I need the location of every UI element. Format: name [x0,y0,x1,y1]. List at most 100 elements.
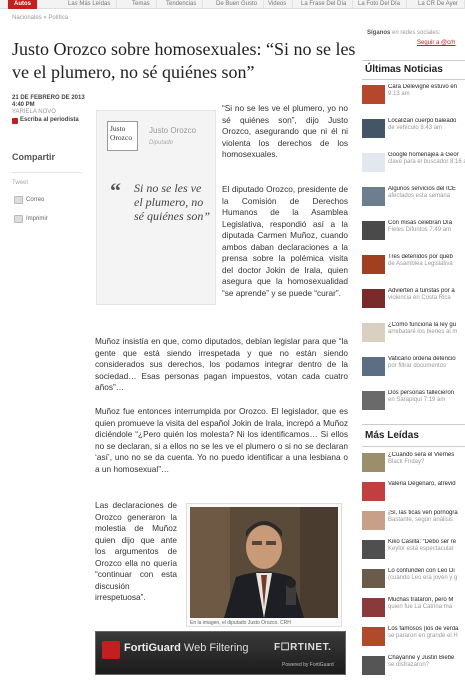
most-read-text: Los famosos (los de verda se pararon en g… [388,626,465,640]
most-read-item[interactable]: Muchas trataron, pero Mquien fue La Catr… [362,597,465,619]
mail-icon [12,117,18,124]
latest-subline: arrebataré los bienes al m [388,329,458,335]
most-read-item[interactable]: Los famosos (los de verda se pararon en g… [362,626,465,648]
article-paragraph: “Si no se les ve el plumero, yo no sé qu… [222,103,348,159]
latest-item[interactable]: Localizan cuerpo baleado de vehículo 8:43… [362,118,465,140]
most-read-thumbnail[interactable] [362,656,385,675]
print-label: Imprimir [26,216,48,222]
most-read-item[interactable]: ¿Cuándo será el Viernes Black Friday? [362,452,465,474]
tweet-button[interactable]: Tweet [12,180,28,186]
most-read-headline[interactable]: Kiko Casilla: “Debo ser re [388,539,465,546]
latest-headline[interactable]: Algunos servicios del ICE [388,186,465,193]
most-read-item[interactable]: ¡Sí, las ticas ven pornogra Bastante, seg… [362,510,465,532]
most-read-item[interactable]: Chayanne y Justin Biebe se disfrazaron? [362,655,465,677]
nav-item-good-taste[interactable]: De Buen Gusto [210,0,265,9]
breadcrumb-section[interactable]: Nacionales [12,15,42,21]
latest-item[interactable]: Vaticano ordena detenció por filtrar docu… [362,356,465,378]
most-read-headline[interactable]: Chayanne y Justin Biebe [388,655,465,662]
sidebar-divider [362,446,465,447]
most-read-thumbnail[interactable] [362,540,385,559]
latest-item[interactable]: Advierten a turistas por a violencia en C… [362,288,465,310]
share-divider [12,172,82,173]
most-read-headline[interactable]: ¡Sí, las ticas ven pornogra [388,510,465,517]
print-button[interactable]: Imprimir [14,214,58,224]
latest-headline[interactable]: Advierten a turistas por a [388,288,465,295]
author-quote-box: Justo Orozco Justo Orozco Diputado “ Si … [96,110,216,305]
latest-headline[interactable]: Localizan cuerpo baleado [388,118,465,125]
latest-thumbnail[interactable] [362,289,385,308]
printer-icon [14,215,23,223]
nav-item-topics[interactable]: Temas [126,0,157,9]
latest-item[interactable]: Google homenajea a Geor clave para el bus… [362,152,465,174]
most-read-item[interactable]: Valeria Degenaro, atrevid [362,481,465,503]
most-read-headline[interactable]: Valeria Degenaro, atrevid [388,481,465,488]
nav-item-trends[interactable]: Tendencias [160,0,204,9]
most-read-thumbnail[interactable] [362,453,385,472]
most-read-text: Muchas trataron, pero Mquien fue La Catr… [388,597,465,611]
latest-thumbnail[interactable] [362,221,385,240]
most-read-headline[interactable]: Muchas trataron, pero M [388,597,465,604]
latest-headline[interactable]: Cara Delevigne estuvo en [388,84,465,91]
nav-item-most-read[interactable]: Las Más Leídas [62,0,118,9]
latest-thumbnail[interactable] [362,119,385,138]
share-title: Compartir [12,152,56,162]
envelope-icon [14,196,23,204]
latest-text: Algunos servicios del ICE afectados esta … [388,186,465,200]
latest-thumbnail[interactable] [362,187,385,206]
article-photo-box: En la imagen, el diputado Justo Orozco. … [186,503,342,627]
nav-item-cr-yesterday[interactable]: La CR De Ayer [412,0,465,9]
latest-thumbnail[interactable] [362,153,385,172]
nav-item-photo[interactable]: La Foto Del Día [352,0,408,9]
latest-thumbnail[interactable] [362,85,385,104]
latest-headline[interactable]: Con misas celebran Día [388,220,465,227]
author-box-name[interactable]: Justo Orozco [149,126,196,135]
latest-headline[interactable]: Tres detenidos por queb [388,254,465,261]
ad-banner[interactable]: FortiGuard Web Filtering F☐RTINET. Power… [95,631,346,675]
latest-headline[interactable]: Dos personas fallecieron [388,390,465,397]
article-time: 4:40 PM [12,102,35,108]
write-author-label: Escriba al periodista [20,117,79,123]
latest-item[interactable]: Cara Delevigne estuvo en 9:13 am [362,84,465,106]
most-read-thumbnail[interactable] [362,482,385,501]
follow-sub: en redes sociales: [390,30,441,36]
latest-headline[interactable]: ¿Cómo funciona la ley gu [388,322,465,329]
write-author-link[interactable]: Escriba al periodista [12,117,85,124]
latest-item[interactable]: Tres detenidos por queb de Asamblea Legis… [362,254,465,276]
email-share-button[interactable]: Correo [14,195,58,205]
twitter-follow-button[interactable]: Seguir a @crh [417,40,455,46]
author-logo-line1: Justo [110,124,126,133]
latest-text: Cara Delevigne estuvo en 9:13 am [388,84,465,98]
most-read-headline[interactable]: Lo confunden con Leo Di [388,568,465,575]
article-title: Justo Orozco sobre homosexuales: “Si no … [12,39,356,82]
most-read-item[interactable]: Kiko Casilla: “Debo ser re Keylor está es… [362,539,465,561]
most-read-thumbnail[interactable] [362,569,385,588]
article-photo[interactable] [190,507,338,618]
latest-news-title: Últimas Noticias [365,64,443,75]
most-read-headline[interactable]: Los famosos (los de verda [388,626,465,633]
latest-item[interactable]: ¿Cómo funciona la ley gu arrebataré los b… [362,322,465,344]
nav-item-phrase[interactable]: La Frase Del Día [295,0,354,9]
most-read-subline: quien fue La Catrina ma [388,604,453,610]
breadcrumb-subsection[interactable]: Política [48,15,68,21]
latest-subline: en Sarapiquí 7:19 am [388,397,446,403]
ad-headline: FortiGuard Web Filtering [124,642,249,654]
latest-headline[interactable]: Google homenajea a Geor [388,152,465,159]
latest-thumbnail[interactable] [362,255,385,274]
most-read-headline[interactable]: ¿Cuándo será el Viernes [388,452,465,459]
most-read-thumbnail[interactable] [362,627,385,646]
latest-item[interactable]: Con misas celebran Día Fieles Difuntos 7:… [362,220,465,242]
nav-item-autos[interactable]: Autos [8,0,38,9]
latest-item[interactable]: Algunos servicios del ICE afectados esta … [362,186,465,208]
latest-item[interactable]: Dos personas fallecieron en Sarapiquí 7:1… [362,390,465,412]
latest-thumbnail[interactable] [362,357,385,376]
most-read-item[interactable]: Lo confunden con Leo Di (cuando Leo era j… [362,568,465,590]
latest-thumbnail[interactable] [362,323,385,342]
most-read-thumbnail[interactable] [362,511,385,530]
latest-headline[interactable]: Vaticano ordena detenció [388,356,465,363]
most-read-text: Lo confunden con Leo Di (cuando Leo era j… [388,568,465,582]
most-read-thumbnail[interactable] [362,598,385,617]
article-paragraph: El diputado Orozco, presidente de la Com… [222,184,348,298]
latest-thumbnail[interactable] [362,391,385,410]
most-read-subline: Bastante, según análisis [388,517,454,523]
nav-item-videos[interactable]: Videos [262,0,294,9]
